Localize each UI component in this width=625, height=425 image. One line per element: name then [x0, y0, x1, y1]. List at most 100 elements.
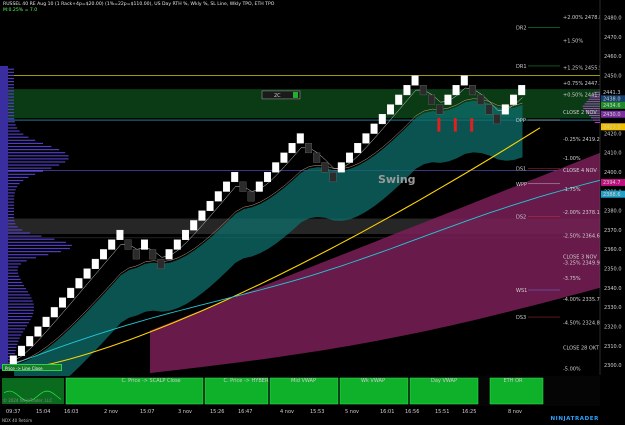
renko-brick	[469, 85, 477, 96]
renko-chart[interactable]: 2C DR2 DR1 DPP DS1 WPP DS2 WS1 DS3 +2.00% 2478.8 +…	[0, 0, 625, 425]
profile-bar	[8, 93, 15, 95]
renko-brick	[99, 249, 107, 260]
renko-brick	[510, 94, 518, 105]
price-tick: 2450.0	[604, 73, 622, 79]
price-tick: 2310.0	[604, 344, 622, 350]
profile-bar	[8, 322, 29, 324]
signal-panel-label: Mid VWAP	[291, 378, 316, 384]
profile-bar	[8, 158, 69, 160]
time-tick: 16:01	[380, 409, 394, 415]
profile-bar	[8, 281, 23, 284]
profile-bar	[8, 250, 61, 253]
profile-bar	[8, 81, 14, 83]
price-tick: 2330.0	[604, 305, 622, 311]
profile-bar	[8, 352, 16, 355]
renko-brick	[214, 191, 222, 202]
right-profile-bar	[584, 103, 600, 105]
signal-panel-label: C. Price -> SCALP Close	[122, 378, 181, 384]
profile-bar	[8, 309, 34, 311]
profile-bar	[8, 254, 49, 256]
profile-bar	[8, 315, 33, 318]
profile-bar	[8, 87, 15, 89]
percent-label: +1.50%	[563, 38, 583, 44]
renko-brick	[108, 239, 116, 250]
profile-bar	[8, 155, 69, 157]
price-box-label: 2388.6	[603, 192, 621, 198]
profile-bar	[8, 176, 29, 179]
percent-label: -3.75%	[563, 276, 581, 282]
price-tick: 2360.0	[604, 247, 622, 253]
profile-bar	[8, 210, 15, 213]
profile-bar	[8, 201, 15, 203]
profile-bar	[8, 346, 17, 348]
profile-bar	[8, 213, 15, 216]
profile-bar	[8, 136, 29, 138]
profile-bar	[8, 108, 15, 111]
percent-scale-note: M:0.25% = 7.0	[3, 8, 38, 13]
renko-brick	[428, 94, 436, 105]
renko-brick	[501, 104, 509, 115]
renko-brick	[264, 171, 272, 183]
profile-bar	[8, 312, 34, 315]
price-tick: 2380.0	[604, 209, 622, 215]
bottom-signal-panels: C. Price -> SCALP Close C. Price -> HYBER…	[0, 376, 600, 406]
profile-bar	[8, 325, 27, 327]
profile-bar	[8, 149, 60, 151]
time-tick: 16:56	[405, 409, 419, 415]
renko-brick	[378, 114, 386, 125]
profile-bar	[8, 272, 19, 274]
renko-brick	[395, 94, 403, 105]
profile-bar	[8, 133, 24, 135]
profile-bar	[8, 152, 66, 154]
profile-bar	[8, 226, 18, 228]
price-box-label: 2423.5	[603, 125, 621, 131]
profile-bar	[8, 102, 15, 104]
profile-bar	[8, 216, 15, 219]
profile-bar	[8, 235, 42, 237]
price-tick: 2410.0	[604, 151, 622, 157]
renko-brick	[255, 181, 263, 192]
time-tick: 15:04	[36, 409, 50, 415]
profile-bar	[8, 303, 34, 305]
profile-bar	[8, 192, 15, 194]
right-profile-bar	[590, 117, 600, 119]
time-tick: 15:51	[435, 409, 449, 415]
price-tick: 2370.0	[604, 228, 622, 234]
profile-bar	[8, 179, 24, 182]
instrument-title: RUSSEL 40 RE Aug 10 (1 Rack+4p=$20.00) (…	[3, 2, 275, 7]
profile-bar	[8, 223, 16, 225]
renko-brick	[34, 326, 42, 337]
percent-label: CLOSE 2 NOV	[563, 110, 597, 116]
price-line-legend[interactable]: Price -> Line Close	[2, 364, 62, 371]
price-box-label: 2430.0	[603, 112, 621, 118]
profile-bar	[8, 241, 66, 243]
right-profile-bar	[582, 105, 600, 107]
profile-bar	[8, 84, 15, 86]
percent-label: CLOSE 4 NOV	[563, 168, 597, 174]
percent-label: -0.25% 2419.2	[563, 137, 600, 143]
right-profile-bar	[592, 119, 600, 121]
time-tick: 16:47	[238, 409, 252, 415]
price-tick: 2420.0	[604, 131, 622, 137]
renko-brick	[272, 162, 280, 173]
profile-bar	[8, 229, 23, 231]
profile-bar	[8, 284, 25, 287]
percent-label: -2.50% 2364.6	[563, 233, 600, 239]
price-tick: 2470.0	[604, 35, 622, 41]
profile-bar	[8, 118, 15, 120]
status-bar-text: NDX 40 Retsim	[2, 418, 33, 423]
price-box-label: 2394.7	[603, 180, 621, 186]
profile-bar	[8, 142, 44, 145]
level-label-dpp: DPP	[516, 118, 526, 124]
renko-brick	[337, 162, 345, 173]
profile-bar	[8, 263, 21, 265]
renko-brick	[460, 75, 468, 86]
percent-label: -3.25% 2349.9	[563, 260, 600, 266]
right-profile-bar	[586, 101, 600, 103]
percent-label: CLOSE 28 OKT	[563, 345, 600, 351]
profile-bar	[8, 183, 20, 185]
renko-brick	[493, 114, 501, 125]
price-tick: 2350.0	[604, 267, 622, 273]
percent-label: +2.00% 2478.8	[563, 15, 602, 21]
renko-brick	[165, 249, 173, 260]
